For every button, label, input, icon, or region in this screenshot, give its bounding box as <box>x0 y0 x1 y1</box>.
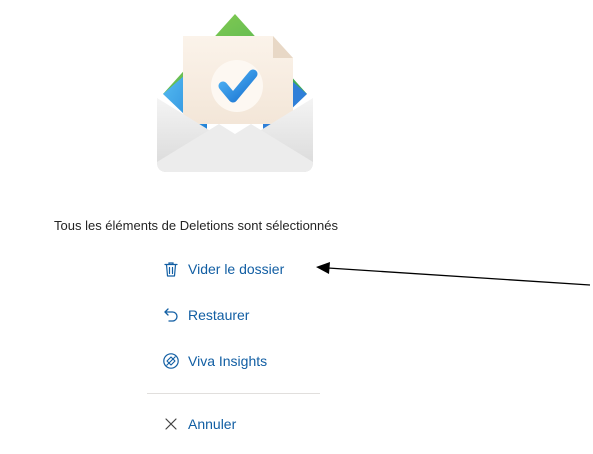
empty-folder-label: Vider le dossier <box>188 261 285 277</box>
cancel-button[interactable]: Annuler <box>162 415 236 433</box>
viva-insights-icon <box>162 352 180 370</box>
selection-message: Tous les éléments de Deletions sont séle… <box>54 218 338 233</box>
viva-insights-button[interactable]: Viva Insights <box>162 352 267 370</box>
actions-divider <box>147 393 320 394</box>
close-icon <box>162 415 180 433</box>
restore-label: Restaurer <box>188 307 250 323</box>
empty-folder-button[interactable]: Vider le dossier <box>162 260 284 278</box>
screenshot-stage: Tous les éléments de Deletions sont séle… <box>0 0 593 454</box>
cancel-label: Annuler <box>188 416 237 432</box>
annotation-arrow <box>316 262 591 286</box>
restore-button[interactable]: Restaurer <box>162 306 249 324</box>
envelope-check-icon <box>157 14 313 172</box>
undo-icon <box>162 306 180 324</box>
trash-icon <box>162 260 180 278</box>
viva-insights-label: Viva Insights <box>188 353 268 369</box>
